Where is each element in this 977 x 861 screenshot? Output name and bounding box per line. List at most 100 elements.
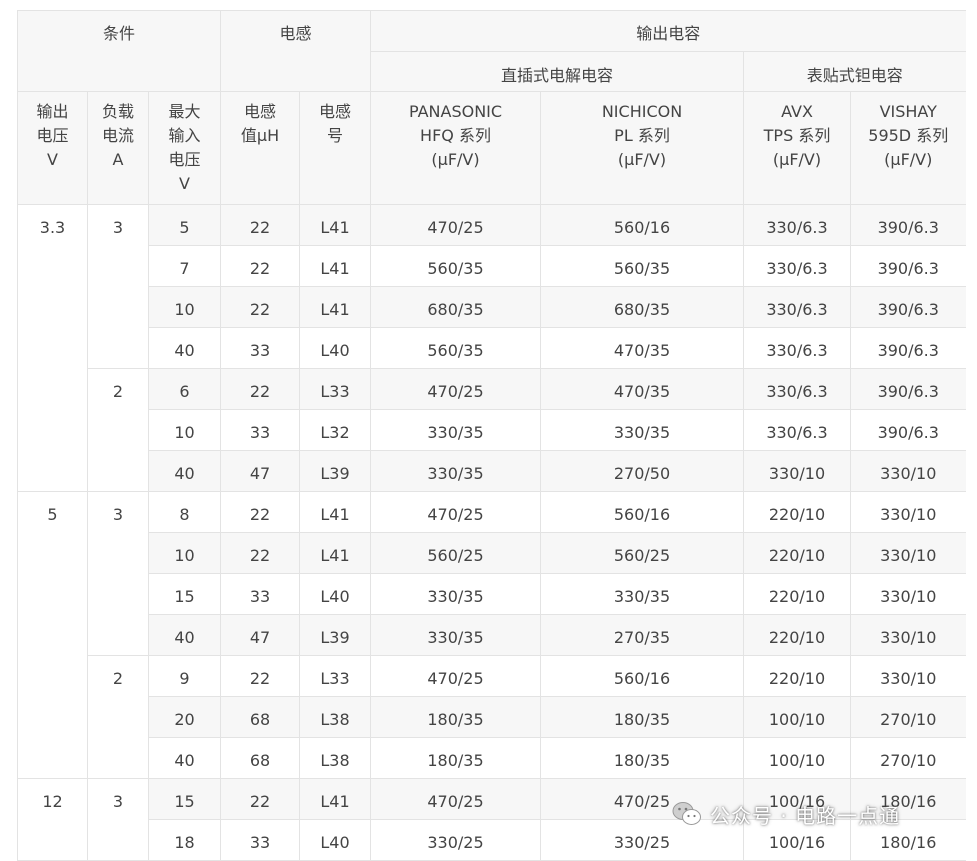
- col-header-line: HFQ 系列: [420, 126, 491, 145]
- col-header-inductor-part: 电感号: [299, 91, 371, 205]
- table-row: 20 68 L38 180/35 180/35 100/10 270/10: [18, 696, 966, 738]
- col-header-line: 输入: [168, 126, 201, 145]
- cell-vishay-595d: 390/6.3: [850, 204, 966, 246]
- col-header-nichicon-pl: NICHICON PL 系列 (μF/V): [540, 91, 744, 205]
- cell-inductance: 22: [220, 532, 300, 574]
- cell-nichicon-pl: 180/35: [540, 696, 744, 738]
- cell-avx-tps: 330/6.3: [743, 204, 851, 246]
- cell-nichicon-pl: 560/16: [540, 491, 744, 533]
- table-row: 10 22 L41 560/25 560/25 220/10 330/10: [18, 532, 966, 574]
- cell-inductor-part: L41: [299, 491, 371, 533]
- cell-nichicon-pl: 180/35: [540, 737, 744, 779]
- table-row: 10 33 L32 330/35 330/35 330/6.3 390/6.3: [18, 409, 966, 451]
- cell-vishay-595d: 270/10: [850, 696, 966, 738]
- cell-inductance: 33: [220, 819, 300, 861]
- col-header-line: 595D 系列: [868, 126, 949, 145]
- cell-avx-tps: 330/6.3: [743, 409, 851, 451]
- cell-avx-tps: 220/10: [743, 491, 851, 533]
- cell-inductor-part: L40: [299, 819, 371, 861]
- cell-vishay-595d: 330/10: [850, 655, 966, 697]
- cell-avx-tps: 220/10: [743, 573, 851, 615]
- col-header-line: (μF/V): [772, 150, 822, 169]
- cell-panasonic-hfq: 470/25: [370, 368, 541, 410]
- cell-max-input-voltage: 40: [148, 614, 221, 656]
- col-header-line: VISHAY: [879, 102, 937, 121]
- cell-inductor-part: L39: [299, 614, 371, 656]
- col-header-max-input-voltage: 最大 输入 电压 V: [148, 91, 221, 205]
- table-row: 40 68 L38 180/35 180/35 100/10 270/10: [18, 737, 966, 779]
- col-header-line: 号: [326, 126, 343, 145]
- wechat-icon: [672, 802, 701, 825]
- cell-inductor-part: L38: [299, 737, 371, 779]
- cell-max-input-voltage: 10: [148, 409, 221, 451]
- watermark: 公众号 · 电路一点通: [672, 797, 900, 831]
- cell-nichicon-pl: 330/35: [540, 573, 744, 615]
- cell-panasonic-hfq: 470/25: [370, 655, 541, 697]
- col-header-line: (μF/V): [617, 150, 667, 169]
- cell-inductor-part: L40: [299, 573, 371, 615]
- cell-inductance: 68: [220, 737, 300, 779]
- col-header-line: TPS 系列: [763, 126, 831, 145]
- header-inductor: 电感: [220, 10, 371, 92]
- cell-vishay-595d: 330/10: [850, 614, 966, 656]
- cell-load-current: 2: [87, 368, 149, 492]
- cell-max-input-voltage: 5: [148, 204, 221, 246]
- table-row: 40 47 L39 330/35 270/35 220/10 330/10: [18, 614, 966, 656]
- cell-max-input-voltage: 40: [148, 737, 221, 779]
- cell-inductor-part: L41: [299, 532, 371, 574]
- cell-nichicon-pl: 560/35: [540, 245, 744, 287]
- col-header-line: V: [47, 150, 58, 169]
- header-through-hole-electrolytic: 直插式电解电容: [370, 51, 744, 92]
- col-header-line: 值μH: [240, 126, 280, 145]
- cell-inductance: 22: [220, 245, 300, 287]
- table-row: 7 22 L41 560/35 560/35 330/6.3 390/6.3: [18, 245, 966, 287]
- cell-panasonic-hfq: 180/35: [370, 737, 541, 779]
- cell-panasonic-hfq: 680/35: [370, 286, 541, 328]
- cell-avx-tps: 220/10: [743, 655, 851, 697]
- cell-vishay-595d: 330/10: [850, 532, 966, 574]
- cell-panasonic-hfq: 330/35: [370, 573, 541, 615]
- cell-inductor-part: L40: [299, 327, 371, 369]
- cell-avx-tps: 330/6.3: [743, 245, 851, 287]
- cell-avx-tps: 220/10: [743, 614, 851, 656]
- col-header-line: 负载: [101, 102, 134, 121]
- cell-max-input-voltage: 40: [148, 327, 221, 369]
- cell-vishay-595d: 390/6.3: [850, 245, 966, 287]
- cell-avx-tps: 100/10: [743, 737, 851, 779]
- cell-load-current: 2: [87, 655, 149, 779]
- cell-panasonic-hfq: 560/35: [370, 245, 541, 287]
- cell-inductance: 47: [220, 450, 300, 492]
- cell-max-input-voltage: 40: [148, 450, 221, 492]
- col-header-line: PL 系列: [614, 126, 670, 145]
- header-smd-tantalum: 表贴式钽电容: [743, 51, 966, 92]
- header-output-capacitor: 输出电容: [370, 10, 966, 52]
- col-header-line: V: [179, 174, 190, 193]
- cell-panasonic-hfq: 560/35: [370, 327, 541, 369]
- col-header-line: NICHICON: [601, 102, 683, 121]
- table-row: 10 22 L41 680/35 680/35 330/6.3 390/6.3: [18, 286, 966, 328]
- cell-avx-tps: 330/6.3: [743, 368, 851, 410]
- cell-panasonic-hfq: 470/25: [370, 491, 541, 533]
- cell-max-input-voltage: 15: [148, 778, 221, 820]
- cell-panasonic-hfq: 330/35: [370, 614, 541, 656]
- col-header-line: A: [112, 150, 124, 169]
- cell-inductor-part: L33: [299, 368, 371, 410]
- cell-vishay-595d: 270/10: [850, 737, 966, 779]
- cell-output-voltage: 12: [17, 778, 88, 861]
- cell-panasonic-hfq: 330/25: [370, 819, 541, 861]
- cell-max-input-voltage: 9: [148, 655, 221, 697]
- cell-nichicon-pl: 470/35: [540, 327, 744, 369]
- cell-inductor-part: L32: [299, 409, 371, 451]
- cell-nichicon-pl: 560/25: [540, 532, 744, 574]
- cell-inductance: 22: [220, 491, 300, 533]
- col-header-line: (μF/V): [884, 150, 933, 169]
- col-header-avx-tps: AVX TPS 系列 (μF/V): [743, 91, 851, 205]
- col-header-line: 电压: [168, 150, 201, 169]
- cell-vishay-595d: 390/6.3: [850, 286, 966, 328]
- cell-max-input-voltage: 7: [148, 245, 221, 287]
- table-row: 2 9 22 L33 470/25 560/16 220/10 330/10: [18, 655, 966, 779]
- cell-max-input-voltage: 15: [148, 573, 221, 615]
- cell-inductance: 22: [220, 778, 300, 820]
- cell-avx-tps: 100/10: [743, 696, 851, 738]
- cell-avx-tps: 220/10: [743, 532, 851, 574]
